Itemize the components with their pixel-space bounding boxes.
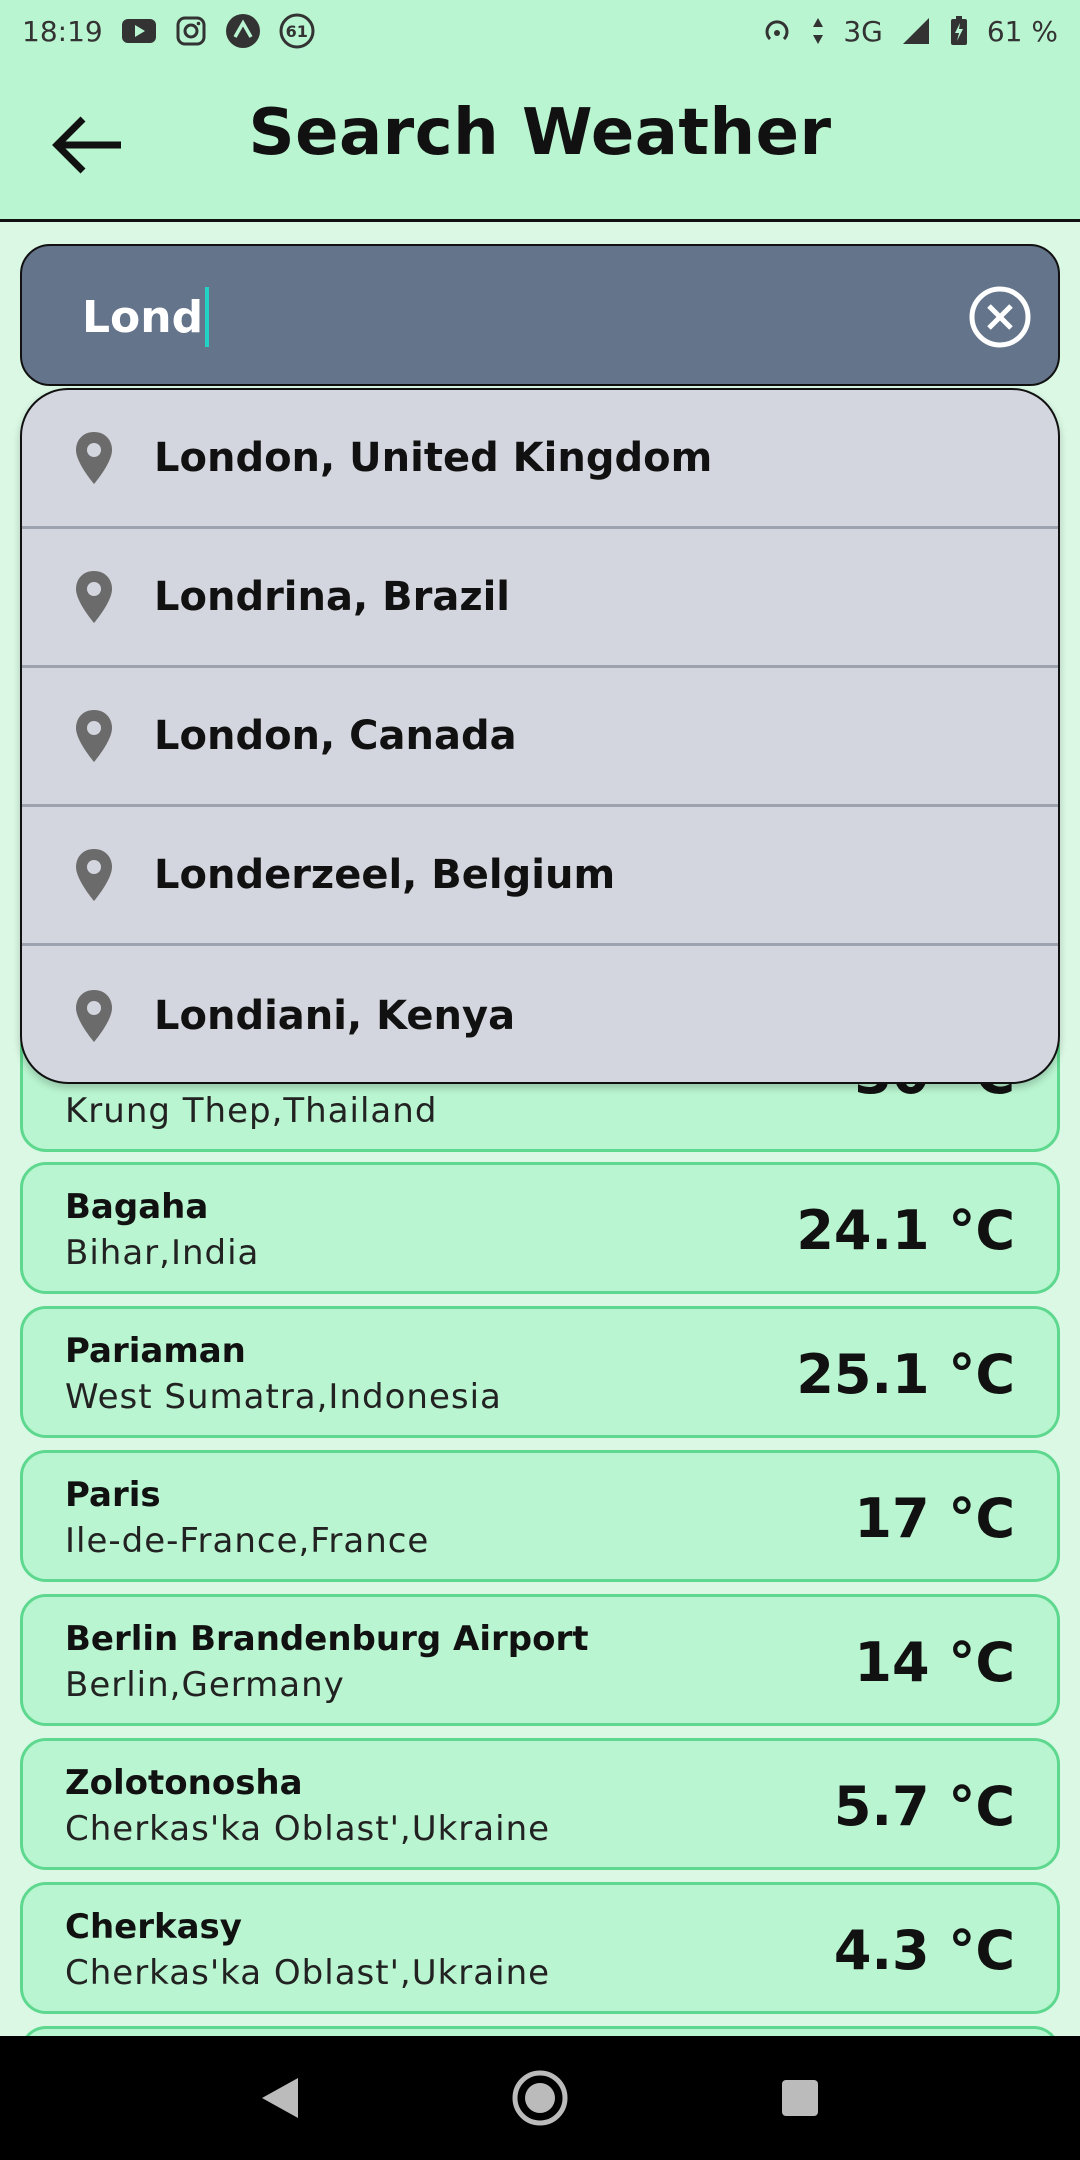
card-region: Cherkas'ka Oblast',Ukraine xyxy=(65,1953,551,1993)
suggestion-label: London, Canada xyxy=(154,713,517,759)
search-input[interactable]: Lond xyxy=(82,284,210,350)
status-left: 18:19 61 xyxy=(22,13,315,49)
weather-card[interactable]: Berlin Brandenburg Airport Berlin,German… xyxy=(20,1594,1060,1726)
notification-badge-icon: 61 xyxy=(279,13,315,49)
suggestions-dropdown: London, United Kingdom Londrina, Brazil … xyxy=(20,388,1060,1084)
card-city: Cherkasy xyxy=(65,1907,242,1947)
card-region: Cherkas'ka Oblast',Ukraine xyxy=(65,1809,551,1849)
suggestion-item[interactable]: London, United Kingdom xyxy=(22,390,1058,529)
network-type: 3G xyxy=(843,14,883,48)
suggestion-item[interactable]: Londerzeel, Belgium xyxy=(22,807,1058,946)
search-input-text: Lond xyxy=(82,291,204,343)
search-field[interactable]: Lond xyxy=(20,244,1060,386)
suggestion-label: Londerzeel, Belgium xyxy=(154,852,616,898)
card-city: Berlin Brandenburg Airport xyxy=(65,1619,589,1659)
status-bar: 18:19 61 3G 61 % xyxy=(0,0,1080,62)
app-bar: Search Weather xyxy=(0,62,1080,222)
hotspot-icon xyxy=(761,15,793,47)
nav-back-button[interactable] xyxy=(245,2063,315,2133)
card-city: Paris xyxy=(65,1475,161,1515)
instagram-icon xyxy=(175,15,207,47)
suggestion-item[interactable]: Londrina, Brazil xyxy=(22,529,1058,668)
status-right: 3G 61 % xyxy=(761,15,1058,48)
suggestion-label: Londiani, Kenya xyxy=(154,992,516,1039)
weather-card[interactable]: Pariaman West Sumatra,Indonesia 25.1 °C xyxy=(20,1306,1060,1438)
battery-icon xyxy=(949,15,969,47)
nav-recents-button[interactable] xyxy=(765,2063,835,2133)
card-temperature: 25.1 °C xyxy=(796,1343,1015,1406)
weather-card[interactable]: Zolotonosha Cherkas'ka Oblast',Ukraine 5… xyxy=(20,1738,1060,1870)
text-caret xyxy=(205,287,210,347)
nav-home-button[interactable] xyxy=(505,2063,575,2133)
location-pin-icon xyxy=(72,986,116,1046)
card-region: West Sumatra,Indonesia xyxy=(65,1377,502,1417)
weather-card[interactable]: Paris Ile-de-France,France 17 °C xyxy=(20,1450,1060,1582)
youtube-icon xyxy=(121,17,157,45)
weather-card[interactable]: Bagaha Bihar,India 24.1 °C xyxy=(20,1162,1060,1294)
card-temperature: 4.3 °C xyxy=(833,1919,1015,1982)
location-pin-icon xyxy=(72,567,116,627)
data-arrows-icon xyxy=(811,16,825,46)
card-city: Pariaman xyxy=(65,1331,246,1371)
card-region: Ile-de-France,France xyxy=(65,1521,430,1561)
app-logo-icon xyxy=(225,13,261,49)
card-region: Berlin,Germany xyxy=(65,1665,345,1705)
card-temperature: 5.7 °C xyxy=(833,1775,1015,1838)
location-pin-icon xyxy=(72,706,116,766)
location-pin-icon xyxy=(72,428,116,488)
suggestion-label: London, United Kingdom xyxy=(154,435,713,481)
close-circle-icon xyxy=(969,286,1031,348)
card-temperature: 14 °C xyxy=(854,1631,1015,1694)
status-time: 18:19 xyxy=(22,14,103,48)
triangle-back-icon xyxy=(262,2078,298,2118)
system-nav-bar xyxy=(0,2036,1080,2160)
card-temperature: 17 °C xyxy=(854,1487,1015,1550)
card-city: Zolotonosha xyxy=(65,1763,303,1803)
suggestion-label: Londrina, Brazil xyxy=(154,574,511,620)
card-region: Krung Thep,Thailand xyxy=(65,1091,438,1131)
clear-search-button[interactable] xyxy=(968,285,1032,349)
square-recents-icon xyxy=(782,2080,818,2116)
weather-card[interactable]: Cherkasy Cherkas'ka Oblast',Ukraine 4.3 … xyxy=(20,1882,1060,2014)
home-circle-icon xyxy=(512,2070,568,2126)
card-city: Bagaha xyxy=(65,1187,209,1227)
battery-percent: 61 % xyxy=(986,14,1058,48)
page-title: Search Weather xyxy=(248,96,832,170)
suggestion-item[interactable]: Londiani, Kenya xyxy=(22,946,1058,1082)
suggestion-item[interactable]: London, Canada xyxy=(22,668,1058,807)
card-region: Bihar,India xyxy=(65,1233,260,1273)
location-pin-icon xyxy=(72,845,116,905)
signal-icon xyxy=(901,16,931,46)
card-temperature: 24.1 °C xyxy=(796,1199,1015,1262)
